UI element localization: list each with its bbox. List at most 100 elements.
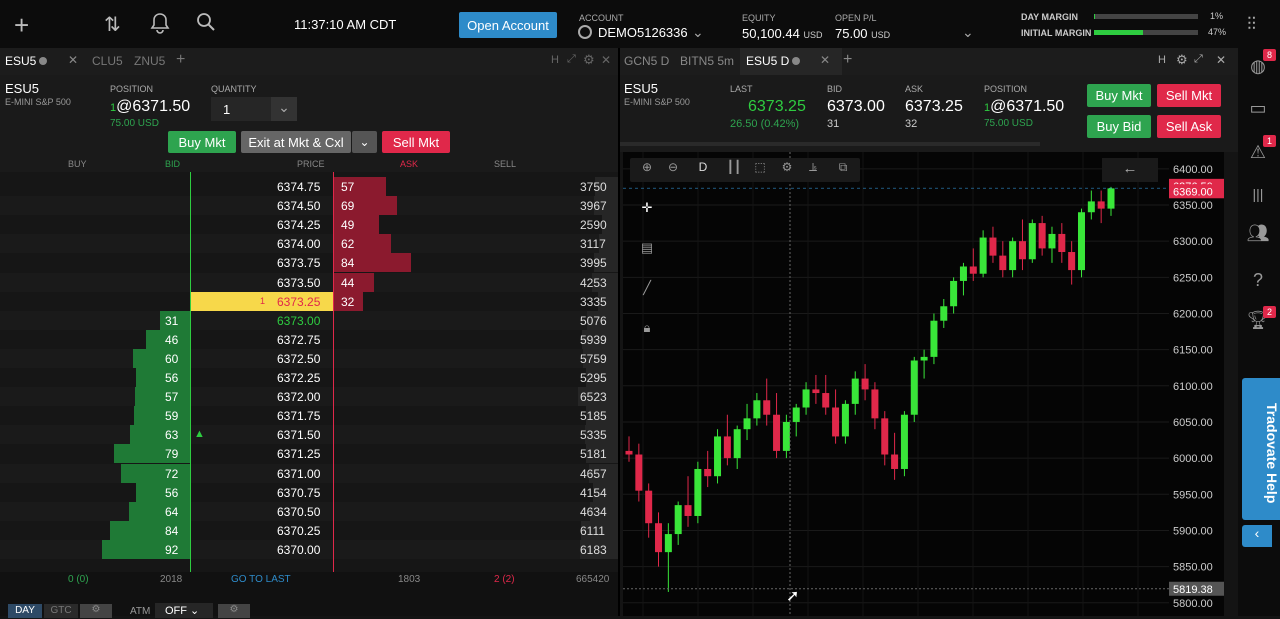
zoom-out-icon[interactable]: ⊖ (663, 160, 683, 180)
bid-size[interactable]: 60 (165, 352, 178, 366)
go-to-last-link[interactable]: GO TO LAST (231, 574, 291, 585)
draw-line-icon[interactable]: ╱ (637, 280, 657, 300)
zoom-in-icon[interactable]: ⊕ (637, 160, 657, 180)
buy-mkt-button[interactable]: Buy Mkt (168, 131, 236, 153)
bid-size[interactable]: 31 (165, 314, 178, 328)
sell-cell[interactable]: 4657 (580, 467, 607, 481)
sell-cell[interactable]: 3117 (580, 237, 606, 251)
candle-type-icon[interactable]: ┃┃ (724, 160, 744, 180)
back-arrow-icon[interactable]: ← (1102, 158, 1158, 182)
sell-cell[interactable]: 6111 (580, 524, 605, 538)
add-tab-icon[interactable]: + (176, 51, 185, 69)
lock-icon[interactable]: 🔒︎ (637, 320, 657, 340)
gear-icon[interactable]: ⚙ (777, 160, 797, 180)
dom-row[interactable]: 46 6372.75 5939 (0, 329, 618, 349)
price-cell[interactable]: 6372.50 (277, 352, 320, 366)
gear-icon[interactable]: ⚙ (1176, 52, 1188, 68)
price-cell[interactable]: 6372.75 (277, 333, 320, 347)
h-icon[interactable]: H (551, 54, 559, 66)
sell-cell[interactable]: 5759 (580, 352, 607, 366)
bell-icon[interactable] (150, 12, 170, 40)
sell-cell[interactable]: 3335 (580, 295, 607, 309)
dom-row[interactable]: 32 1 6373.25 3335 (0, 291, 618, 311)
dom-row[interactable]: 64 6370.50 4634 (0, 501, 618, 521)
tab-znu5[interactable]: ZNU5 (134, 54, 165, 68)
dom-row[interactable]: 63 6371.50 5335 ▲ (0, 425, 618, 445)
sell-cell[interactable]: 4154 (580, 486, 607, 500)
dom-row[interactable]: 49 6374.25 2590 (0, 215, 618, 235)
price-cell[interactable]: 6374.00 (277, 237, 320, 251)
bid-size[interactable]: 63 (165, 428, 178, 442)
chevron-down-icon[interactable]: ⌄ (352, 131, 377, 153)
chevron-down-icon[interactable]: ⌄ (962, 24, 974, 41)
price-cell[interactable]: 6370.25 (277, 524, 320, 538)
sell-cell[interactable]: 3750 (580, 180, 607, 194)
notes-icon[interactable]: ▤ (637, 240, 657, 260)
columns-icon[interactable]: ||| (1246, 186, 1270, 210)
sell-cell[interactable]: 4634 (580, 505, 607, 519)
buy-bid-button[interactable]: Buy Bid (1087, 115, 1151, 138)
crosshair-icon[interactable]: ✛ (637, 200, 657, 220)
price-cell[interactable]: 6374.50 (277, 199, 320, 213)
help-tab[interactable]: Tradovate Help (1242, 378, 1280, 520)
sell-cell[interactable]: 6183 (580, 543, 607, 557)
help-circle-icon[interactable]: ? (1246, 270, 1270, 294)
sell-cell[interactable]: 5181 (580, 447, 607, 461)
bid-size[interactable]: 46 (165, 333, 178, 347)
h-icon[interactable]: H (1158, 54, 1166, 66)
gear-icon[interactable]: ⚙ (583, 52, 595, 68)
sell-mkt-button[interactable]: Sell Mkt (1157, 84, 1221, 107)
chevron-left-icon[interactable]: ‹ (1242, 525, 1272, 547)
quantity-input[interactable]: 1 ⌄ (211, 97, 297, 121)
tab-bitn5[interactable]: BITN5 5m (680, 54, 734, 68)
bid-size[interactable]: 59 (165, 409, 178, 423)
sell-cell[interactable]: 3995 (580, 256, 607, 270)
dom-row[interactable]: 60 6372.50 5759 (0, 348, 618, 368)
price-cell[interactable]: 6371.00 (277, 467, 320, 481)
community-icon[interactable]: 👥︎ (1246, 223, 1270, 247)
price-cell[interactable]: 6370.00 (277, 543, 320, 557)
sell-cell[interactable]: 5335 (580, 428, 607, 442)
bid-size[interactable]: 72 (165, 467, 178, 481)
expand-icon[interactable]: ⤢ (1194, 53, 1203, 66)
chat-icon[interactable]: ▭ (1246, 98, 1270, 122)
copy-icon[interactable]: ⧉ (833, 160, 853, 180)
tab-gcn5[interactable]: GCN5 D (624, 54, 669, 68)
price-chart[interactable] (623, 152, 1169, 616)
dom-row[interactable]: 62 6374.00 3117 (0, 234, 618, 254)
bid-size[interactable]: 64 (165, 505, 178, 519)
sell-cell[interactable]: 5295 (580, 371, 607, 385)
bid-size[interactable]: 92 (165, 543, 178, 557)
price-cell[interactable]: 6373.50 (277, 276, 320, 290)
close-icon[interactable]: ✕ (601, 53, 611, 67)
chevron-down-icon[interactable]: ⌄ (692, 24, 704, 41)
dom-row[interactable]: 59 6371.75 5185 (0, 406, 618, 426)
dom-row[interactable]: 79 6371.25 5181 (0, 444, 618, 464)
price-cell[interactable]: 6371.25 (277, 447, 320, 461)
expand-icon[interactable]: ⤢ (567, 53, 576, 66)
dom-row[interactable]: 84 6370.25 6111 (0, 520, 618, 540)
search-icon[interactable] (196, 12, 216, 38)
price-cell[interactable]: 6370.75 (277, 486, 320, 500)
bid-size[interactable]: 79 (165, 447, 178, 461)
ask-size[interactable]: 62 (341, 237, 354, 251)
open-account-button[interactable]: Open Account (459, 12, 557, 38)
dom-row[interactable]: 72 6371.00 4657 (0, 463, 618, 483)
tab-esu5[interactable]: ESU5 (5, 54, 48, 68)
price-cell[interactable]: 6371.75 (277, 409, 320, 423)
sliders-icon[interactable]: ⫶⫶ (1247, 14, 1256, 35)
dom-row[interactable]: 69 6374.50 3967 (0, 196, 618, 216)
ask-size[interactable]: 69 (341, 199, 354, 213)
bid-size[interactable]: 56 (165, 371, 178, 385)
dom-row[interactable]: 44 6373.50 4253 (0, 272, 618, 292)
price-cell[interactable]: 6373.75 (277, 256, 320, 270)
sell-cell[interactable]: 3967 (580, 199, 607, 213)
sell-cell[interactable]: 5939 (580, 333, 607, 347)
plus-icon[interactable]: + (14, 10, 29, 41)
price-cell[interactable]: 6372.00 (277, 390, 320, 404)
sell-cell[interactable]: 5076 (580, 314, 607, 328)
price-cell[interactable]: 6373.25 (277, 295, 320, 309)
ask-size[interactable]: 84 (341, 256, 354, 270)
sell-cell[interactable]: 6523 (580, 390, 607, 404)
tab-clu5[interactable]: CLU5 (92, 54, 123, 68)
